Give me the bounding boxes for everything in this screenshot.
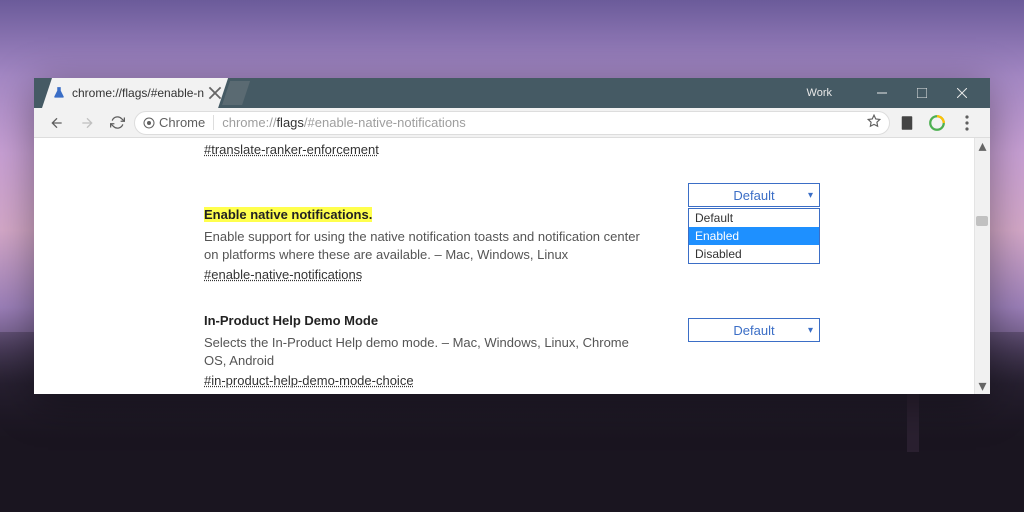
url-host: flags xyxy=(276,115,303,130)
scrollbar[interactable]: ▴ ▾ xyxy=(974,138,990,394)
chrome-product-icon xyxy=(143,117,155,129)
flask-icon xyxy=(52,86,66,100)
close-window-button[interactable] xyxy=(942,78,982,108)
flag-title: Enable native notifications. xyxy=(204,207,372,222)
address-bar[interactable]: Chrome chrome://flags/#enable-native-not… xyxy=(134,111,890,135)
bookmark-star-icon[interactable] xyxy=(867,114,881,131)
flag-select-button[interactable]: Default xyxy=(688,183,820,207)
close-icon[interactable] xyxy=(208,86,222,100)
page-content: #translate-ranker-enforcement Enable nat… xyxy=(34,138,990,394)
forward-button[interactable] xyxy=(74,110,100,136)
flag-item: In-Product Help Demo Mode Selects the In… xyxy=(204,312,820,390)
profile-label[interactable]: Work xyxy=(807,87,832,99)
reload-button[interactable] xyxy=(104,110,130,136)
browser-toolbar: Chrome chrome://flags/#enable-native-not… xyxy=(34,108,990,138)
maximize-button[interactable] xyxy=(902,78,942,108)
flag-anchor-link[interactable]: #in-product-help-demo-mode-choice xyxy=(204,373,414,388)
flag-option-disabled[interactable]: Disabled xyxy=(689,245,819,263)
minimize-button[interactable] xyxy=(862,78,902,108)
flag-anchor-link[interactable]: #enable-native-notifications xyxy=(204,267,362,282)
scroll-down-icon[interactable]: ▾ xyxy=(975,378,990,394)
window-titlebar: chrome://flags/#enable-n Work xyxy=(34,78,990,108)
flag-item: Enable native notifications. Enable supp… xyxy=(204,173,820,284)
url-scheme: chrome:// xyxy=(222,115,276,130)
back-button[interactable] xyxy=(44,110,70,136)
extension-circle-icon[interactable] xyxy=(928,114,946,132)
flag-description: Selects the In-Product Help demo mode. –… xyxy=(204,334,654,369)
scroll-up-icon[interactable]: ▴ xyxy=(975,138,990,154)
url-path: /#enable-native-notifications xyxy=(304,115,466,130)
flag-title: In-Product Help Demo Mode xyxy=(204,313,378,328)
extension-icon[interactable] xyxy=(898,114,916,132)
flag-option-default[interactable]: Default xyxy=(689,209,819,227)
tab-strip: chrome://flags/#enable-n xyxy=(42,78,250,108)
site-info[interactable]: Chrome xyxy=(143,115,214,130)
chrome-window: chrome://flags/#enable-n Work Chrome chr… xyxy=(34,78,990,394)
flag-anchor-link[interactable]: #translate-ranker-enforcement xyxy=(204,142,379,157)
flag-dropdown: Default Default Enabled Disabled xyxy=(688,183,820,264)
browser-menu-button[interactable] xyxy=(954,115,980,131)
browser-tab[interactable]: chrome://flags/#enable-n xyxy=(42,78,228,108)
flag-select-menu: Default Enabled Disabled xyxy=(688,208,820,264)
flag-select-button[interactable]: Default xyxy=(688,318,820,342)
tab-title: chrome://flags/#enable-n xyxy=(72,86,204,100)
flag-dropdown: Default xyxy=(688,318,820,342)
secure-label: Chrome xyxy=(159,115,205,130)
scroll-thumb[interactable] xyxy=(976,216,988,226)
flag-option-enabled[interactable]: Enabled xyxy=(689,227,819,245)
inactive-tab[interactable] xyxy=(222,81,250,105)
flag-description: Enable support for using the native noti… xyxy=(204,228,654,263)
